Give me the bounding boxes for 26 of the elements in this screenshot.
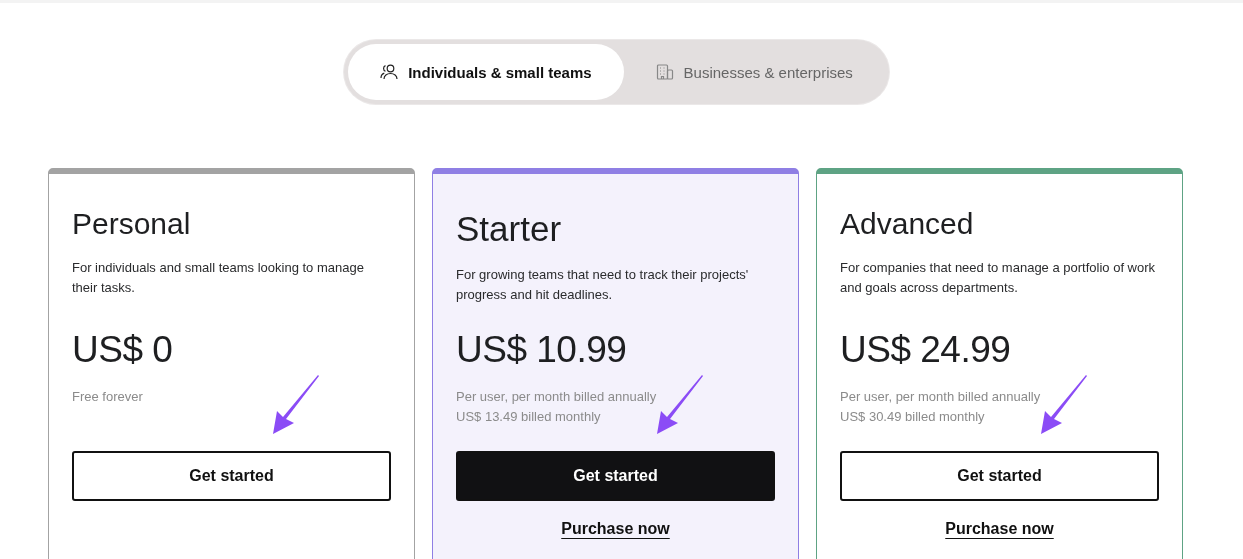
price-note: Per user, per month billed annually: [456, 388, 658, 406]
price-note: US$ 13.49 billed monthly: [456, 408, 602, 426]
price-note: Free forever: [72, 388, 144, 406]
plan-description: For growing teams that need to track their projects' progress and hit deadlines.: [456, 266, 750, 304]
plan-price: US$ 10.99: [456, 328, 628, 372]
people-icon: [380, 63, 399, 81]
get-started-button[interactable]: Get started: [72, 451, 391, 501]
price-note: Per user, per month billed annually: [840, 388, 1042, 406]
audience-tab[interactable]: Businesses & enterprises: [623, 44, 885, 100]
audience-tab[interactable]: Individuals & small teams: [348, 44, 624, 100]
plan-price: US$ 24.99: [840, 328, 1012, 372]
purchase-link[interactable]: Purchase now: [561, 519, 670, 539]
arrow-icon: [656, 375, 706, 435]
price-note: US$ 30.49 billed monthly: [840, 408, 986, 426]
get-started-button[interactable]: Get started: [840, 451, 1159, 501]
purchase-link[interactable]: Purchase now: [945, 519, 1054, 539]
arrow-icon: [272, 375, 322, 435]
building-icon: [655, 63, 674, 81]
plan-description: For companies that need to manage a portfolio of work and goals across departments.: [840, 259, 1157, 297]
plan-title: Starter: [456, 208, 563, 247]
plan-title: Advanced: [840, 206, 975, 242]
plan-description: For individuals and small teams looking to manage their tasks.: [72, 259, 365, 297]
plan-price: US$ 0: [72, 328, 174, 372]
plan-title: Personal: [72, 206, 192, 242]
arrow-icon: [1040, 375, 1090, 435]
get-started-button[interactable]: Get started: [456, 451, 775, 501]
